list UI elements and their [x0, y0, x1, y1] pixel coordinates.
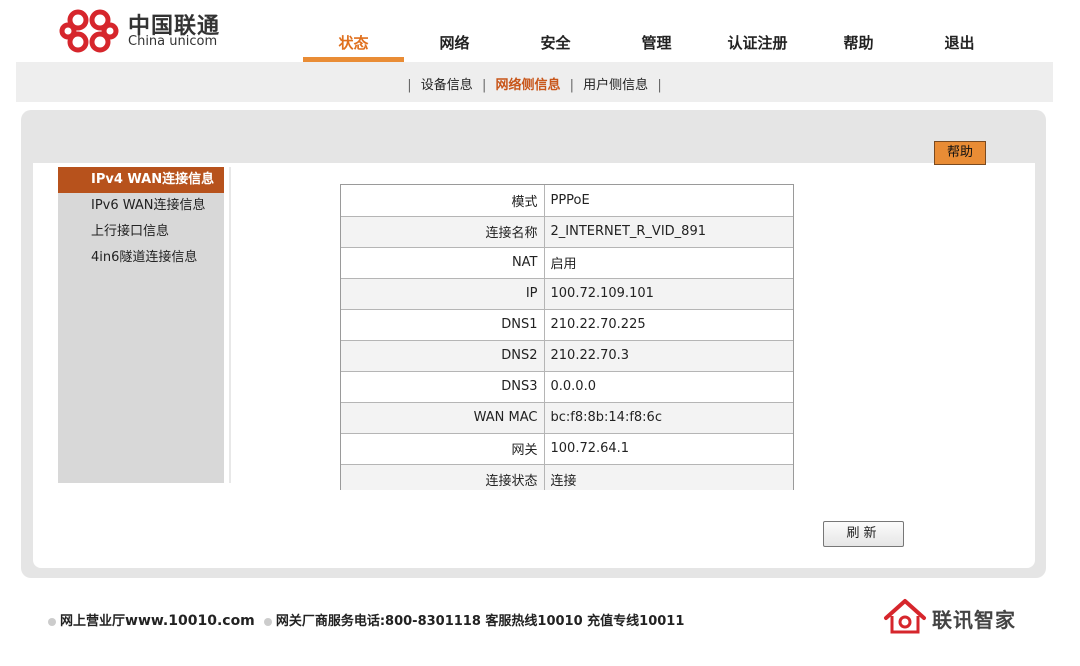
china-unicom-logo: 中国联通 China unicom	[58, 6, 258, 56]
row-value: 100.72.64.1	[544, 433, 794, 464]
sidebar-item-ipv4-wan[interactable]: IPv4 WAN连接信息	[58, 167, 224, 193]
sub-nav: | 设备信息 | 网络侧信息 | 用户侧信息 |	[16, 62, 1053, 102]
sidebar-item-4in6-tunnel[interactable]: 4in6隧道连接信息	[58, 245, 224, 271]
row-value: 100.72.109.101	[544, 278, 794, 309]
refresh-button[interactable]: 刷新	[823, 521, 904, 547]
subnav-device-info[interactable]: 设备信息	[421, 78, 473, 93]
subnav-separator: |	[570, 78, 574, 93]
subnav-user-side-info[interactable]: 用户侧信息	[583, 78, 648, 93]
row-label: 模式	[341, 185, 544, 216]
footer: 网上营业厅www.10010.com 网关厂商服务电话:800-8301118 …	[48, 610, 684, 629]
row-label: IP	[341, 278, 544, 309]
table-row: 连接名称2_INTERNET_R_VID_891	[341, 216, 794, 247]
row-value: bc:f8:8b:14:f8:6c	[544, 402, 794, 433]
help-button[interactable]: 帮助	[934, 141, 986, 165]
bullet-icon	[48, 618, 56, 626]
nav-management[interactable]: 管理	[606, 24, 707, 62]
row-value: 0.0.0.0	[544, 371, 794, 402]
unicom-knot-icon	[58, 6, 122, 56]
brand-name-en: China unicom	[128, 34, 217, 49]
table-row: DNS30.0.0.0	[341, 371, 794, 402]
subnav-separator: |	[657, 78, 661, 93]
bullet-icon	[264, 618, 272, 626]
sidebar: IPv4 WAN连接信息 IPv6 WAN连接信息 上行接口信息 4in6隧道连…	[58, 167, 224, 483]
nav-auth-register[interactable]: 认证注册	[707, 24, 808, 62]
watermark: 联讯智家	[880, 596, 1050, 640]
top-nav: 状态 网络 安全 管理 认证注册 帮助 退出	[303, 24, 1010, 62]
table-row: NAT启用	[341, 247, 794, 278]
row-value: 210.22.70.3	[544, 340, 794, 371]
wan-info-table[interactable]: 模式PPPoE 连接名称2_INTERNET_R_VID_891 NAT启用 I…	[340, 184, 794, 490]
nav-help[interactable]: 帮助	[808, 24, 909, 62]
nav-network[interactable]: 网络	[404, 24, 505, 62]
row-value: 连接	[544, 464, 794, 490]
subnav-separator: |	[482, 78, 486, 93]
nav-logout[interactable]: 退出	[909, 24, 1010, 62]
nav-security[interactable]: 安全	[505, 24, 606, 62]
table-row: 连接状态连接	[341, 464, 794, 490]
table-row: 模式PPPoE	[341, 185, 794, 216]
footer-service-text: 网关厂商服务电话:800-8301118 客服热线10010 充值专线10011	[276, 614, 685, 629]
row-value: PPPoE	[544, 185, 794, 216]
row-label: 连接状态	[341, 464, 544, 490]
sidebar-item-uplink[interactable]: 上行接口信息	[58, 219, 224, 245]
table-row: WAN MACbc:f8:8b:14:f8:6c	[341, 402, 794, 433]
subnav-network-side-info[interactable]: 网络侧信息	[495, 78, 560, 93]
row-label: WAN MAC	[341, 402, 544, 433]
table-row: IP100.72.109.101	[341, 278, 794, 309]
row-label: 连接名称	[341, 216, 544, 247]
footer-hall-label: 网上营业厅	[60, 614, 125, 629]
row-label: NAT	[341, 247, 544, 278]
sidebar-divider	[229, 167, 231, 483]
row-value: 2_INTERNET_R_VID_891	[544, 216, 794, 247]
footer-hall-link[interactable]: www.10010.com	[125, 613, 255, 629]
sidebar-item-ipv6-wan[interactable]: IPv6 WAN连接信息	[58, 193, 224, 219]
watermark-text: 联讯智家	[932, 604, 1016, 633]
table-row: DNS2210.22.70.3	[341, 340, 794, 371]
row-label: DNS3	[341, 371, 544, 402]
row-value: 启用	[544, 247, 794, 278]
table-row: DNS1210.22.70.225	[341, 309, 794, 340]
table-row: 网关100.72.64.1	[341, 433, 794, 464]
subnav-separator: |	[407, 78, 411, 93]
row-value: 210.22.70.225	[544, 309, 794, 340]
row-label: 网关	[341, 433, 544, 464]
house-icon	[880, 596, 930, 638]
nav-status[interactable]: 状态	[303, 24, 404, 62]
row-label: DNS2	[341, 340, 544, 371]
row-label: DNS1	[341, 309, 544, 340]
